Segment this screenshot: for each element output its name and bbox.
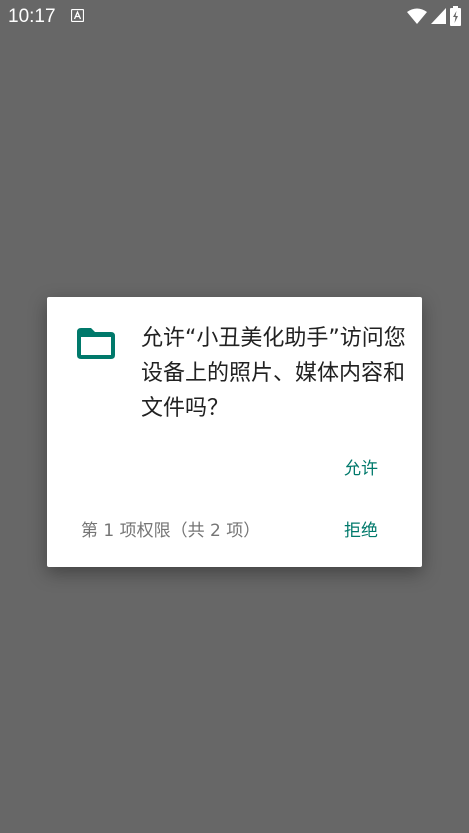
cell-signal-icon — [431, 8, 446, 24]
battery-charging-icon — [450, 6, 461, 26]
permission-dialog: 允许“小丑美化助手”访问您设备上的照片、媒体内容和文件吗？ 允许 第 1 项权限… — [47, 297, 422, 567]
folder-icon — [77, 328, 115, 359]
wifi-icon — [407, 8, 427, 24]
status-bar: 10:17 — [0, 0, 469, 36]
deny-button[interactable]: 拒绝 — [344, 519, 378, 543]
dialog-message: 允许“小丑美化助手”访问您设备上的照片、媒体内容和文件吗？ — [141, 326, 406, 421]
status-icons — [407, 6, 461, 26]
dialog-footer: 第 1 项权限（共 2 项） 拒绝 — [81, 519, 378, 543]
permission-counter: 第 1 项权限（共 2 项） — [81, 521, 261, 541]
allow-button[interactable]: 允许 — [344, 457, 378, 481]
font-a-icon — [71, 9, 84, 22]
status-time: 10:17 — [8, 6, 56, 27]
